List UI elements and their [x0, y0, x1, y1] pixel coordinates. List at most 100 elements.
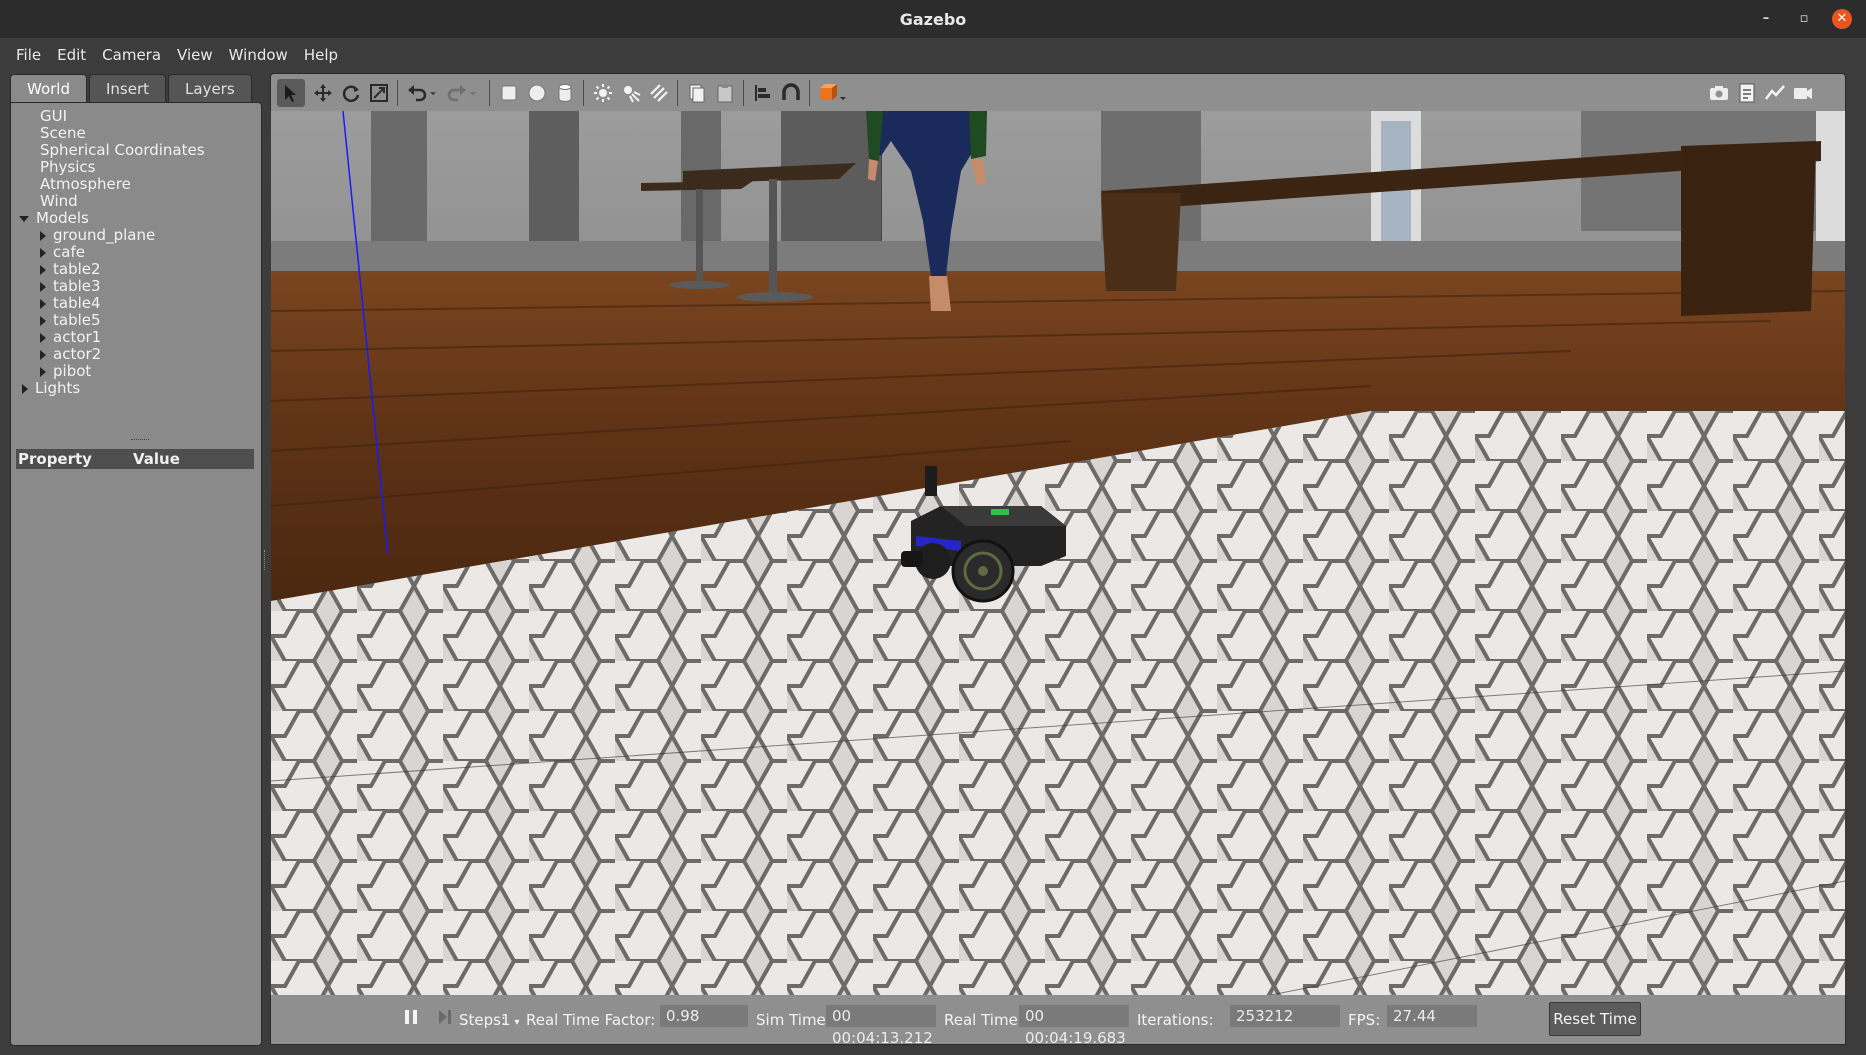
sphere-shape-icon[interactable]	[523, 79, 551, 107]
tree-item-model[interactable]: cafe	[40, 244, 85, 261]
box-shape-icon[interactable]	[495, 79, 523, 107]
toolbar-separator	[397, 80, 398, 106]
log-icon[interactable]	[1733, 79, 1761, 107]
tab-world[interactable]: World	[10, 74, 87, 102]
tree-item-label: actor1	[53, 328, 102, 346]
tree-item-label: table3	[53, 277, 101, 295]
toolbar-separator	[809, 80, 810, 106]
record-video-icon[interactable]	[1789, 79, 1817, 107]
collapsed-arrow-icon[interactable]	[40, 315, 46, 326]
tree-item-model[interactable]: table3	[40, 278, 101, 295]
tree-item-wind[interactable]: Wind	[40, 193, 78, 210]
bench-leg	[1681, 141, 1816, 316]
tab-layers[interactable]: Layers	[168, 74, 252, 102]
toolbar-separator	[677, 80, 678, 106]
property-table-header: Property Value	[16, 449, 254, 469]
toolbar-separator	[743, 80, 744, 106]
pause-icon[interactable]	[403, 1008, 419, 1030]
menu-help[interactable]: Help	[296, 46, 346, 64]
reset-time-button[interactable]: Reset Time	[1549, 1002, 1641, 1036]
align-icon[interactable]	[749, 79, 777, 107]
tree-item-atmosphere[interactable]: Atmosphere	[40, 176, 131, 193]
tree-item-models[interactable]: Models	[19, 210, 89, 227]
tree-item-label: ground_plane	[53, 226, 156, 244]
property-column-header: Property	[18, 450, 92, 468]
collapsed-arrow-icon[interactable]	[40, 264, 46, 275]
menu-window[interactable]: Window	[221, 46, 296, 64]
rtf-field: 0.98	[660, 1005, 748, 1027]
menu-file[interactable]: File	[8, 46, 49, 64]
rotate-icon[interactable]	[337, 79, 365, 107]
collapsed-arrow-icon[interactable]	[40, 230, 46, 241]
toolbar-separator	[583, 80, 584, 106]
tree-item-label: table4	[53, 294, 101, 312]
tree-item-spherical-coordinates[interactable]: Spherical Coordinates	[40, 142, 205, 159]
sim-status-bar: Steps: 1 ▾ Real Time Factor: 0.98 Sim Tim…	[270, 995, 1846, 1047]
sim-time-label: Sim Time:	[756, 1011, 831, 1029]
point-light-icon[interactable]	[589, 79, 617, 107]
scale-icon[interactable]	[365, 79, 393, 107]
expanded-arrow-icon[interactable]	[19, 215, 29, 222]
tree-item-model[interactable]: actor1	[40, 329, 101, 346]
maximize-icon[interactable]: ▫	[1794, 9, 1814, 29]
copy-icon[interactable]	[683, 79, 711, 107]
collapsed-arrow-icon[interactable]	[40, 366, 46, 377]
step-forward-icon[interactable]	[437, 1008, 453, 1030]
value-column-header: Value	[133, 450, 180, 468]
panel-tabs: World Insert Layers	[10, 74, 252, 102]
select-arrow-icon[interactable]	[277, 79, 305, 107]
tree-item-model[interactable]: table5	[40, 312, 101, 329]
directional-light-icon[interactable]	[645, 79, 673, 107]
tree-item-model[interactable]: pibot	[40, 363, 91, 380]
toolbar	[270, 73, 1846, 111]
redo-history-icon[interactable]	[465, 79, 481, 107]
tree-item-lights[interactable]: Lights	[22, 380, 80, 397]
left-panel: World Insert Layers GUI Scene Spherical …	[10, 74, 262, 1046]
toolbar-separator	[489, 80, 490, 106]
tree-item-model[interactable]: table4	[40, 295, 101, 312]
scene-render[interactable]	[271, 111, 1845, 995]
iterations-field: 253212	[1230, 1005, 1340, 1027]
close-icon[interactable]: ✕	[1832, 9, 1852, 29]
collapsed-arrow-icon[interactable]	[40, 298, 46, 309]
menu-view[interactable]: View	[169, 46, 221, 64]
fps-label: FPS:	[1348, 1011, 1381, 1029]
tab-insert[interactable]: Insert	[89, 74, 167, 102]
menu-camera[interactable]: Camera	[94, 46, 169, 64]
tree-item-model[interactable]: actor2	[40, 346, 101, 363]
tree-item-label: actor2	[53, 345, 102, 363]
tree-item-gui[interactable]: GUI	[40, 108, 67, 125]
steps-value[interactable]: 1	[501, 1011, 511, 1029]
screenshot-icon[interactable]	[1705, 79, 1733, 107]
chevron-down-icon[interactable]: ▾	[515, 1017, 520, 1028]
window-title: Gazebo	[899, 9, 967, 29]
menu-edit[interactable]: Edit	[49, 46, 94, 64]
plot-icon[interactable]	[1761, 79, 1789, 107]
snap-icon[interactable]	[777, 79, 805, 107]
tree-item-scene[interactable]: Scene	[40, 125, 86, 142]
steps-label: Steps:	[459, 1011, 507, 1029]
paste-icon[interactable]	[711, 79, 739, 107]
fps-field: 27.44	[1387, 1005, 1477, 1027]
collapsed-arrow-icon[interactable]	[40, 281, 46, 292]
tree-item-physics[interactable]: Physics	[40, 159, 95, 176]
view-angle-icon[interactable]	[815, 79, 849, 107]
scene-viewport[interactable]	[271, 111, 1845, 995]
tree-item-model[interactable]: table2	[40, 261, 101, 278]
tree-item-model[interactable]: ground_plane	[40, 227, 155, 244]
collapsed-arrow-icon[interactable]	[40, 349, 46, 360]
splitter-grip[interactable]	[131, 439, 149, 443]
steps-spinner[interactable]: 1 ▾	[501, 1011, 520, 1029]
collapsed-arrow-icon[interactable]	[40, 332, 46, 343]
cylinder-shape-icon[interactable]	[551, 79, 579, 107]
tree-item-label: pibot	[53, 362, 92, 380]
panel-splitter[interactable]	[264, 550, 268, 570]
undo-history-icon[interactable]	[425, 79, 441, 107]
spot-light-icon[interactable]	[617, 79, 645, 107]
collapsed-arrow-icon[interactable]	[40, 247, 46, 258]
rtf-label: Real Time Factor:	[526, 1011, 656, 1029]
translate-icon[interactable]	[309, 79, 337, 107]
minimize-icon[interactable]: –	[1756, 9, 1776, 29]
collapsed-arrow-icon[interactable]	[22, 383, 28, 394]
tree-item-label: Lights	[35, 379, 81, 397]
